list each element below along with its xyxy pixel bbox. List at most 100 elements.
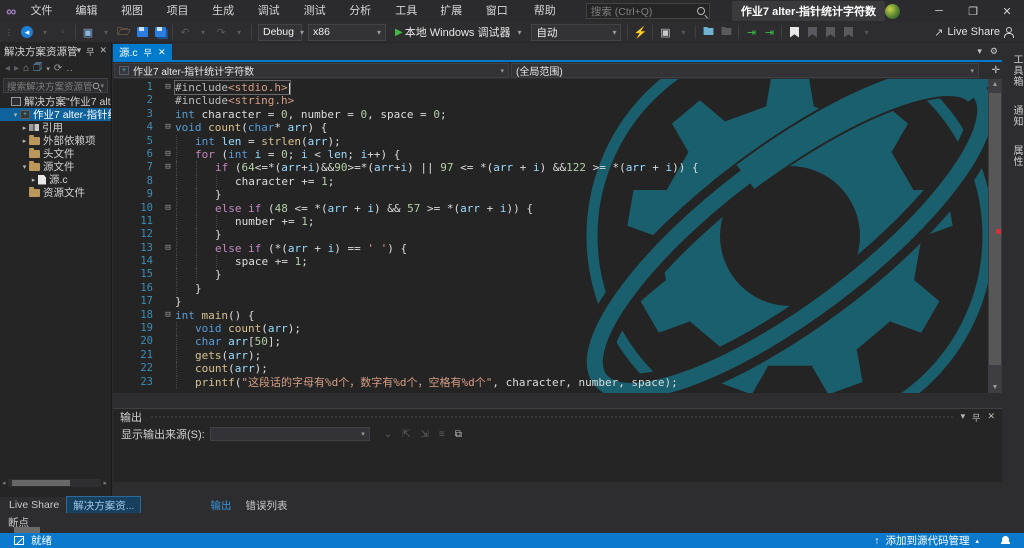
code-line[interactable]: 2#include<string.h> <box>113 94 699 107</box>
back-dropdown-icon[interactable]: ▾ <box>36 23 54 41</box>
code-line[interactable]: 18⊟int main() { <box>113 309 699 322</box>
fold-marker-icon[interactable]: ⊟ <box>161 121 175 134</box>
code-line[interactable]: 9} <box>113 188 699 201</box>
code-line[interactable]: 6⊟for (int i = 0; i < len; i++) { <box>113 148 699 161</box>
find-in-files-icon[interactable]: 🖿 <box>699 23 717 41</box>
bookmark-overflow-icon[interactable]: ▾ <box>857 23 875 41</box>
expand-arrow-icon[interactable]: ▸ <box>20 137 29 145</box>
debugger-dropdown-icon[interactable]: ▾ <box>510 23 528 41</box>
autohide-tab[interactable]: 属性 <box>1002 138 1024 174</box>
output-menu-icon[interactable]: ▾ <box>961 411 966 424</box>
background-tasks-icon[interactable] <box>14 536 24 545</box>
tab-close-icon[interactable]: ✕ <box>158 47 166 58</box>
se-switch-dropdown-icon[interactable]: ▾ <box>46 65 50 73</box>
expand-arrow-icon[interactable]: ▾ <box>11 111 20 119</box>
add-to-source-control-button[interactable]: 添加到源代码管理 <box>885 533 969 548</box>
redo-icon[interactable]: ↷ <box>212 23 230 41</box>
expand-arrow-icon[interactable]: ▸ <box>29 176 38 184</box>
se-overflow-icon[interactable]: ‥ <box>66 63 73 74</box>
output-find-icon[interactable]: ⌄ <box>384 429 392 440</box>
se-forward-icon[interactable]: ▸ <box>14 63 19 74</box>
member-scope-dropdown[interactable]: (全局范围) ▾ <box>511 63 979 78</box>
clear-bookmarks-icon[interactable] <box>839 23 857 41</box>
output-source-dropdown[interactable]: ▾ <box>210 427 370 441</box>
tree-item[interactable]: ▸源.c <box>0 173 111 186</box>
code-line[interactable]: 20char arr[50]; <box>113 335 699 348</box>
code-line[interactable]: 16} <box>113 282 699 295</box>
prev-bookmark-icon[interactable] <box>803 23 821 41</box>
fold-marker-icon[interactable]: ⊟ <box>161 81 175 94</box>
pin-icon[interactable]: 무 <box>86 45 94 58</box>
find-next-icon[interactable]: 🖿 <box>717 23 735 41</box>
code-line[interactable]: 3int character = 0, number = 0, space = … <box>113 108 699 121</box>
fold-marker-icon[interactable]: ⊟ <box>161 242 175 255</box>
active-files-dropdown-icon[interactable]: ▾ <box>977 46 982 57</box>
menu-item[interactable]: 窗口(W) <box>478 0 526 22</box>
tab-pin-icon[interactable]: 무 <box>144 46 152 59</box>
menu-item[interactable]: 帮助(H) <box>526 0 572 22</box>
bookmark-icon[interactable] <box>785 23 803 41</box>
code-line[interactable]: 11number += 1; <box>113 215 699 228</box>
tab-error-list[interactable]: 错误列表 <box>238 498 294 513</box>
vertical-scrollbar[interactable]: ▲ ▼ <box>988 79 1002 393</box>
code-line[interactable]: 4⊟void count(char* arr) { <box>113 121 699 134</box>
profiler-dropdown-icon[interactable]: ▾ <box>674 23 692 41</box>
output-clear-icon[interactable]: ≡ <box>439 429 445 440</box>
se-search-dropdown-icon[interactable]: ▾ <box>100 82 104 90</box>
se-back-icon[interactable]: ◂ <box>5 63 10 74</box>
new-project-icon[interactable]: ▣ <box>79 23 97 41</box>
attach-process-icon[interactable]: ⚡ <box>631 23 649 41</box>
tab-output[interactable]: 输出 <box>203 498 238 513</box>
auto-dropdown[interactable]: 自动▾ <box>531 24 621 41</box>
feedback-icon[interactable] <box>1004 27 1014 37</box>
performance-profiler-icon[interactable]: ▣ <box>656 23 674 41</box>
code-line[interactable]: 21gets(arr); <box>113 349 699 362</box>
navigate-forward-icon[interactable]: ◦ <box>54 23 72 41</box>
solution-search-input[interactable]: 搜索解决方案资源管理 ▾ <box>3 78 108 93</box>
step-into-icon[interactable]: ⇥ <box>742 23 760 41</box>
solution-config-dropdown[interactable]: Debug▾ <box>258 24 302 41</box>
close-button[interactable]: ✕ <box>990 0 1024 22</box>
menu-item[interactable]: 调试(D) <box>250 0 296 22</box>
output-goto-next-icon[interactable]: ⇲ <box>421 429 429 440</box>
error-marker[interactable] <box>996 229 1001 234</box>
close-panel-icon[interactable]: ✕ <box>99 45 107 58</box>
tree-item[interactable]: 资源文件 <box>0 186 111 199</box>
code-editor[interactable]: 1⊟#include<stdio.h>2#include<string.h>3i… <box>113 79 988 393</box>
minimize-button[interactable]: ─ <box>922 0 956 22</box>
code-line[interactable]: 13⊟else if (*(arr + i) == ' ') { <box>113 242 699 255</box>
menu-item[interactable]: 测试(S) <box>296 0 342 22</box>
fold-marker-icon[interactable]: ⊟ <box>161 202 175 215</box>
undo-dropdown-icon[interactable]: ▾ <box>194 23 212 41</box>
tab-source-c[interactable]: 源.c 무 ✕ <box>113 44 172 60</box>
code-line[interactable]: 8character += 1; <box>113 175 699 188</box>
code-line[interactable]: 15} <box>113 268 699 281</box>
se-switch-views-icon[interactable]: 🗇 <box>33 60 42 77</box>
live-share-button[interactable]: Live Share <box>947 26 1000 38</box>
output-close-icon[interactable]: ✕ <box>987 411 995 424</box>
code-line[interactable]: 5int len = strlen(arr); <box>113 135 699 148</box>
se-home-icon[interactable]: ⌂ <box>23 63 29 74</box>
save-icon[interactable] <box>133 23 151 41</box>
code-line[interactable]: 12} <box>113 228 699 241</box>
code-line[interactable]: 17} <box>113 295 699 308</box>
tree-item[interactable]: 头文件 <box>0 147 111 160</box>
next-bookmark-icon[interactable] <box>821 23 839 41</box>
redo-dropdown-icon[interactable]: ▾ <box>230 23 248 41</box>
save-all-icon[interactable] <box>151 23 169 41</box>
navigate-back-icon[interactable]: ◂ <box>18 23 36 41</box>
start-debug-icon[interactable]: ▶ <box>395 27 403 38</box>
menu-item[interactable]: 扩展(X) <box>432 0 478 22</box>
project-scope-dropdown[interactable]: + 作业7 alter-指针统计字符数 ▾ <box>114 63 509 78</box>
debugger-label[interactable]: 本地 Windows 调试器 <box>405 24 511 40</box>
tab-solution-explorer[interactable]: 解决方案资... <box>66 496 141 515</box>
menu-item[interactable]: 文件(F) <box>22 0 67 22</box>
platform-dropdown[interactable]: x86▾ <box>308 24 386 41</box>
menu-item[interactable]: 编辑(E) <box>68 0 114 22</box>
account-avatar[interactable] <box>885 4 900 19</box>
expand-arrow-icon[interactable]: ▸ <box>20 124 29 132</box>
code-line[interactable]: 1⊟#include<stdio.h> <box>113 81 699 94</box>
split-window-icon[interactable]: ✛ <box>992 62 1000 79</box>
scm-dropdown-icon[interactable]: ▴ <box>975 537 979 545</box>
autohide-tab[interactable]: 工具箱 <box>1002 47 1024 94</box>
